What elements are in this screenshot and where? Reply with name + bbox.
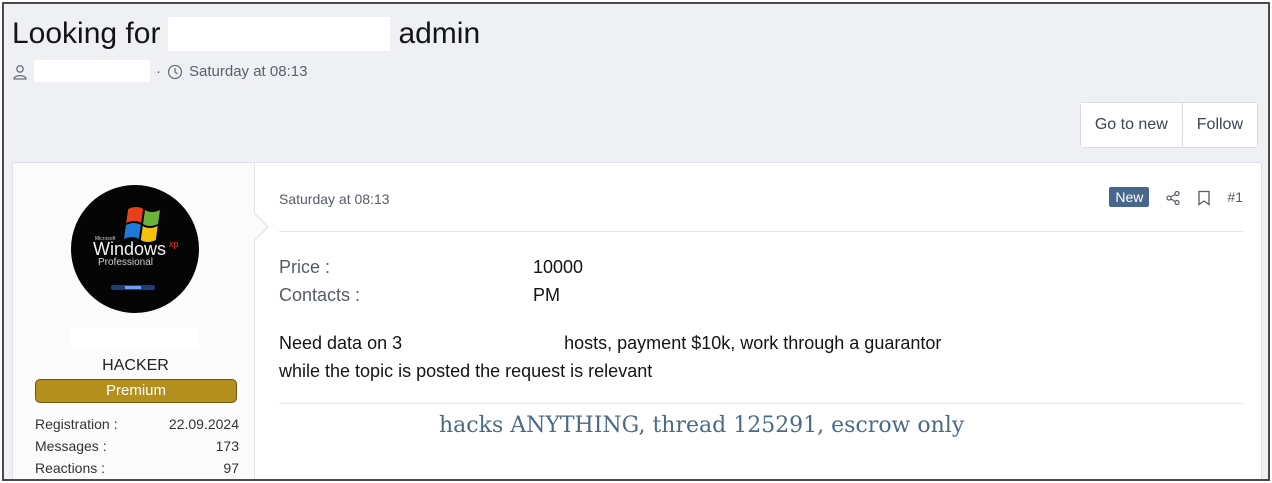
redacted-username[interactable]: [71, 327, 199, 349]
stat-value: 97: [223, 460, 239, 476]
avatar-professional-text: Professional: [98, 257, 153, 268]
redacted-title-block: [168, 17, 391, 51]
user-panel-arrow: [254, 213, 269, 241]
post-date[interactable]: Saturday at 08:13: [279, 191, 390, 207]
post-fields: Price : 10000 Contacts : PM: [279, 253, 583, 309]
user-icon: [12, 62, 28, 80]
bookmark-icon[interactable]: [1197, 188, 1211, 206]
share-icon[interactable]: [1165, 188, 1181, 205]
new-badge: New: [1109, 187, 1150, 207]
windows-logo-icon: Microsoft Windows xp Professional: [93, 207, 179, 290]
signature-divider: [279, 403, 1243, 404]
post-body: Need data on 3 hosts, payment $10k, work…: [279, 329, 941, 385]
post-main: Saturday at 08:13 New #1 Price : 10000 C: [279, 163, 1243, 479]
field-value: PM: [533, 284, 560, 305]
body-line-1-end: hosts, payment $10k, work through a guar…: [564, 333, 942, 353]
post-card: Microsoft Windows xp Professional HACKER…: [12, 162, 1262, 479]
field-price: Price : 10000: [279, 253, 583, 281]
thread-timestamp[interactable]: Saturday at 08:13: [189, 63, 307, 80]
go-to-new-button[interactable]: Go to new: [1080, 103, 1182, 147]
thread-title-prefix: Looking for: [12, 17, 161, 50]
stat-value: 173: [215, 438, 239, 454]
thread-title-suffix: admin: [398, 17, 481, 50]
stat-reactions: Reactions : 97: [35, 457, 239, 479]
post-actions: New #1: [1109, 187, 1243, 207]
avatar-windows-text: Windows: [93, 239, 166, 259]
thread-meta: · Saturday at 08:13: [12, 60, 307, 82]
field-label: Price :: [279, 256, 331, 277]
field-contacts: Contacts : PM: [279, 281, 583, 309]
stat-messages: Messages : 173: [35, 435, 239, 457]
user-banner-premium: Premium: [35, 379, 237, 403]
post-header-divider: [279, 231, 1243, 232]
stat-label: Registration :: [35, 416, 118, 432]
stat-registration: Registration : 22.09.2024: [35, 413, 239, 435]
post-user-panel: Microsoft Windows xp Professional HACKER…: [13, 163, 255, 479]
avatar[interactable]: Microsoft Windows xp Professional: [71, 185, 199, 313]
field-label: Contacts :: [279, 284, 361, 305]
stat-value: 22.09.2024: [168, 416, 239, 432]
user-title: HACKER: [102, 357, 169, 374]
follow-button[interactable]: Follow: [1181, 103, 1257, 147]
signature: hacks ANYTHING, thread 125291, escrow on…: [439, 413, 965, 438]
post-number-link[interactable]: #1: [1227, 189, 1243, 205]
thread-actions: Go to new Follow: [1079, 102, 1258, 148]
thread-title: Looking for admin: [12, 12, 480, 56]
redacted-inline: [407, 335, 560, 354]
stat-label: Reactions :: [35, 460, 106, 476]
avatar-xp-text: xp: [169, 239, 179, 249]
page-frame: Looking for admin · Saturday at 08:13 Go…: [2, 2, 1270, 481]
clock-icon: [167, 62, 183, 79]
body-line-1-start: Need data on 3: [279, 333, 403, 353]
user-stats: Registration : 22.09.2024 Messages : 173…: [35, 413, 239, 479]
body-line-1: Need data on 3 hosts, payment $10k, work…: [279, 329, 941, 357]
stat-label: Messages :: [35, 438, 107, 454]
redacted-author-link[interactable]: [34, 60, 150, 82]
field-value: 10000: [533, 256, 584, 277]
meta-separator: ·: [156, 62, 161, 80]
body-line-2: while the topic is posted the request is…: [279, 361, 653, 381]
